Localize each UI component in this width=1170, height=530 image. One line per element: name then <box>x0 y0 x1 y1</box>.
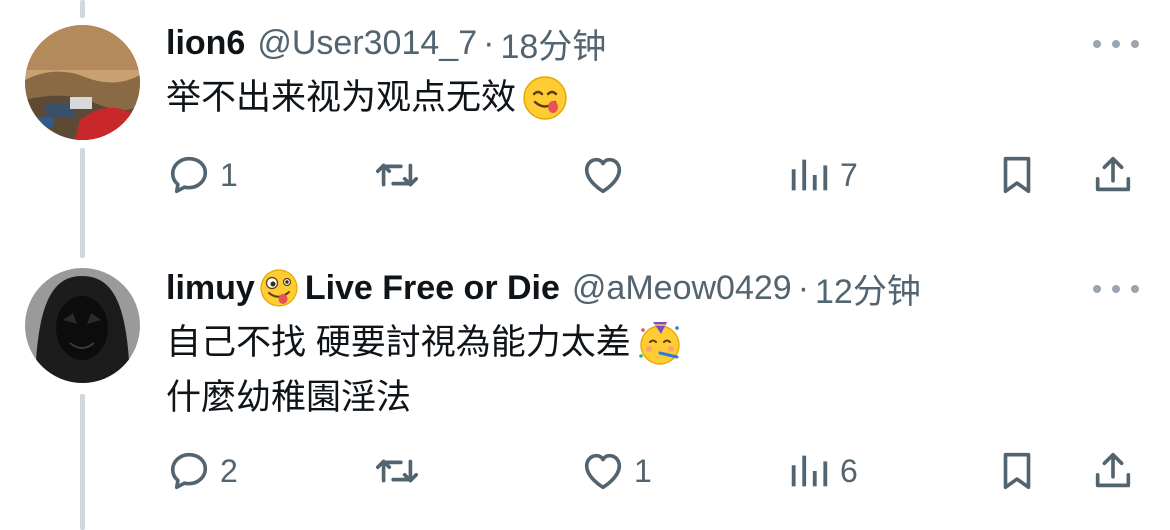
handle[interactable]: @User3014_7 <box>257 24 477 63</box>
views-icon <box>791 159 828 191</box>
tweet-text: 自己不找 硬要討視為能力太差 <box>166 320 683 366</box>
bookmark-button[interactable] <box>994 448 1040 494</box>
thread-line-bottom <box>80 394 85 530</box>
reply-button[interactable]: 2 <box>166 448 238 494</box>
more-icon[interactable] <box>1093 37 1139 51</box>
partying-face-emoji <box>637 320 683 366</box>
like-button[interactable] <box>580 152 634 198</box>
tweet-text: 什麼幼稚園淫法 <box>166 376 411 420</box>
face-savoring-food-emoji <box>522 75 568 121</box>
reply-count: 2 <box>220 452 238 489</box>
views-icon <box>791 455 828 487</box>
like-icon <box>584 453 622 490</box>
like-button[interactable]: 1 <box>580 448 652 494</box>
tweet-header: limuy Live Free or Die @aMeow0429 · 12分钟 <box>166 264 921 313</box>
thread-line-top <box>80 0 85 18</box>
reply-icon <box>170 452 208 490</box>
thread-line-middle <box>80 148 85 258</box>
tweet-text-line: 举不出来视为观点无效 <box>166 78 517 117</box>
bookmark-icon <box>1003 156 1031 194</box>
views-button[interactable]: 6 <box>786 448 858 494</box>
zany-face-emoji <box>259 268 299 308</box>
share-button[interactable] <box>1090 448 1136 494</box>
handle[interactable]: @aMeow0429 <box>572 269 792 308</box>
reply-button[interactable]: 1 <box>166 152 238 198</box>
display-name[interactable]: limuy <box>166 269 255 308</box>
retweet-icon <box>376 459 418 483</box>
views-count: 7 <box>840 156 858 193</box>
tweet-text: 举不出来视为观点无效 <box>166 75 568 121</box>
display-name[interactable]: lion6 <box>166 24 245 63</box>
views-count: 6 <box>840 452 858 489</box>
tweet-text-line: 自己不找 硬要討視為能力太差 <box>166 323 631 362</box>
reply-icon <box>170 156 208 194</box>
separator: · <box>483 23 495 62</box>
bookmark-icon <box>1003 452 1031 490</box>
more-icon[interactable] <box>1093 282 1139 296</box>
tweet-header: lion6 @User3014_7 · 18分钟 <box>166 19 606 68</box>
share-icon <box>1095 156 1131 192</box>
separator: · <box>797 268 810 307</box>
reply-count: 1 <box>220 156 238 193</box>
views-button[interactable]: 7 <box>786 152 858 198</box>
share-button[interactable] <box>1090 152 1136 198</box>
bookmark-button[interactable] <box>994 152 1040 198</box>
like-icon <box>584 157 622 194</box>
share-icon <box>1095 452 1131 488</box>
retweet-button[interactable] <box>374 152 428 198</box>
display-name-suffix[interactable]: Live Free or Die <box>305 269 560 308</box>
retweet-icon <box>376 163 418 187</box>
timestamp[interactable]: 12分钟 <box>815 264 921 313</box>
avatar[interactable] <box>25 268 140 383</box>
retweet-button[interactable] <box>374 448 428 494</box>
like-count: 1 <box>634 452 652 489</box>
timestamp[interactable]: 18分钟 <box>500 19 606 68</box>
tweet-text-line: 什麼幼稚園淫法 <box>166 378 412 417</box>
avatar[interactable] <box>25 25 140 140</box>
